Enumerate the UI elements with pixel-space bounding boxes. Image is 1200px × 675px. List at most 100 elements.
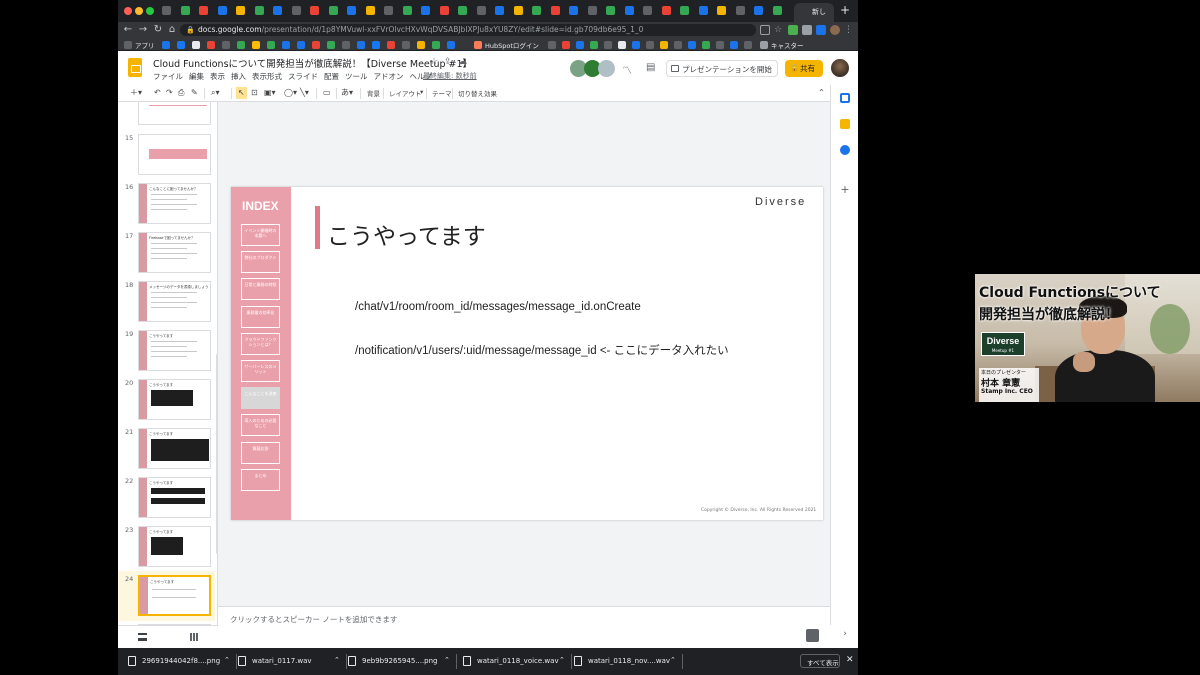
new-slide-icon[interactable]: ＋▾: [130, 87, 142, 99]
bookmark-favicon-icon[interactable]: [417, 41, 425, 49]
bookmark-favicon-icon[interactable]: [548, 41, 556, 49]
bookmark-favicon-icon[interactable]: [674, 41, 682, 49]
bookmark-caster[interactable]: キャスター: [771, 40, 804, 50]
body-line-1[interactable]: /chat/v1/room/room_id/messages/message_i…: [355, 301, 641, 313]
paint-format-icon[interactable]: ✎: [191, 87, 198, 99]
filmstrip-view-icon[interactable]: [138, 633, 147, 641]
tab-favicon-icon[interactable]: [162, 6, 171, 15]
bookmark-favicon-icon[interactable]: [716, 41, 724, 49]
bookmark-favicon-icon[interactable]: [312, 41, 320, 49]
input-tools-icon[interactable]: あ▾: [341, 87, 353, 99]
collaborator-avatar[interactable]: [598, 60, 615, 77]
close-downloads-icon[interactable]: ✕: [846, 655, 854, 665]
reload-icon[interactable]: ↻: [151, 23, 165, 37]
current-slide[interactable]: INDEX イベント開催時の本題へ 弊社のプロダクト 日常と業務の時短 業務量の効率化…: [231, 187, 823, 520]
keep-icon[interactable]: [840, 119, 850, 129]
background-button[interactable]: 背景: [367, 88, 380, 98]
bookmark-favicon-icon[interactable]: [432, 41, 440, 49]
extension-icon[interactable]: [816, 25, 826, 35]
tab-favicon-icon[interactable]: [180, 6, 190, 15]
last-edit-link[interactable]: 最終編集: 数秒前: [423, 71, 477, 81]
bookmark-favicon-icon[interactable]: [252, 41, 260, 49]
document-title[interactable]: Cloud Functionsについて開発担当が徹底解説！【Diverse Me…: [153, 56, 472, 70]
active-tab[interactable]: 新し: [794, 3, 834, 22]
forward-icon[interactable]: →: [136, 23, 150, 37]
slide-thumbnail[interactable]: こうやってます: [138, 330, 211, 371]
bookmark-favicon-icon[interactable]: [576, 41, 584, 49]
slide-thumbnail[interactable]: こうやってます: [138, 526, 211, 567]
slide-thumbnail[interactable]: メッセージのデータを書換しましょう: [138, 281, 211, 322]
menu-tools[interactable]: ツール: [345, 72, 368, 81]
undo-icon[interactable]: ↶: [154, 87, 161, 99]
chevron-up-icon[interactable]: ⌃: [670, 656, 676, 664]
speaker-notes-placeholder[interactable]: クリックするとスピーカー ノートを追加できます: [230, 614, 397, 625]
bookmark-favicon-icon[interactable]: [402, 41, 410, 49]
tab-favicon-icon[interactable]: [550, 6, 560, 15]
print-icon[interactable]: ⎙: [178, 87, 184, 99]
theme-button[interactable]: テーマ: [432, 88, 452, 98]
slide-heading[interactable]: こうやってます: [327, 217, 486, 251]
tab-favicon-icon[interactable]: [661, 6, 671, 15]
tab-favicon-icon[interactable]: [236, 6, 245, 15]
close-window-icon[interactable]: [124, 7, 132, 15]
tab-favicon-icon[interactable]: [273, 6, 282, 15]
bookmark-favicon-icon[interactable]: [632, 41, 640, 49]
bookmark-favicon-icon[interactable]: [744, 41, 752, 49]
tab-favicon-icon[interactable]: [199, 6, 208, 15]
bookmark-favicon-icon[interactable]: [660, 41, 668, 49]
bookmark-favicon-icon[interactable]: [237, 41, 245, 49]
body-line-2[interactable]: /notification/v1/users/:uid/message/mess…: [355, 342, 729, 358]
transition-button[interactable]: 切り替え効果: [458, 88, 497, 98]
move-folder-icon[interactable]: ⇪: [444, 57, 452, 67]
slides-logo-icon[interactable]: [128, 58, 142, 77]
bookmark-favicon-icon[interactable]: [604, 41, 612, 49]
bookmark-favicon-icon[interactable]: [297, 41, 305, 49]
menu-slide[interactable]: スライド: [288, 72, 318, 81]
tab-favicon-icon[interactable]: [772, 6, 782, 15]
download-item[interactable]: 9eb9b9265945....png ⌃: [348, 648, 452, 675]
tab-favicon-icon[interactable]: [587, 6, 597, 15]
menu-file[interactable]: ファイル: [153, 72, 183, 81]
tab-favicon-icon[interactable]: [513, 6, 523, 15]
bookmark-favicon-icon[interactable]: [730, 41, 738, 49]
chevron-up-icon[interactable]: ⌃: [334, 656, 340, 664]
bookmark-favicon-icon[interactable]: [646, 41, 654, 49]
star-icon[interactable]: ☆: [430, 57, 438, 67]
tab-favicon-icon[interactable]: [384, 6, 393, 15]
address-bar[interactable]: 🔒 docs.google.com/presentation/d/1p8YMVu…: [180, 24, 756, 36]
slide-thumbnail[interactable]: Firebaseで困ってませんか？: [138, 232, 211, 273]
slide-thumbnail-prev[interactable]: [138, 102, 211, 125]
bookmark-favicon-icon[interactable]: [177, 41, 185, 49]
menu-kebab-icon[interactable]: ⋮: [844, 25, 854, 35]
tab-favicon-icon[interactable]: [643, 6, 652, 15]
image-icon[interactable]: ▣▾: [264, 87, 276, 99]
slide-thumbnail[interactable]: [138, 134, 211, 175]
collapse-toolbar-icon[interactable]: ⌃: [818, 87, 825, 99]
apps-icon[interactable]: [124, 41, 132, 49]
tab-favicon-icon[interactable]: [439, 6, 449, 15]
chevron-up-icon[interactable]: ⌃: [559, 656, 565, 664]
menu-view[interactable]: 表示: [210, 72, 225, 81]
chevron-up-icon[interactable]: ⌃: [224, 656, 230, 664]
bookmark-favicon-icon[interactable]: [222, 41, 230, 49]
tab-favicon-icon[interactable]: [347, 6, 356, 15]
text-box-icon[interactable]: ⊡: [251, 87, 258, 99]
minimize-window-icon[interactable]: [135, 7, 143, 15]
menu-arrange[interactable]: 配置: [324, 72, 339, 81]
tab-favicon-icon[interactable]: [735, 6, 745, 15]
tab-favicon-icon[interactable]: [365, 6, 375, 15]
layout-button[interactable]: レイアウト: [389, 88, 422, 98]
new-tab-button[interactable]: +: [838, 3, 852, 17]
slide-thumbnail[interactable]: こうやってます: [138, 428, 211, 469]
bookmark-favicon-icon[interactable]: [192, 41, 200, 49]
account-avatar[interactable]: [831, 59, 849, 77]
bookmark-star-icon[interactable]: ☆: [774, 25, 784, 35]
redo-icon[interactable]: ↷: [166, 87, 173, 99]
chevron-up-icon[interactable]: ⌃: [444, 656, 450, 664]
bookmark-favicon-icon[interactable]: [618, 41, 626, 49]
tab-favicon-icon[interactable]: [698, 6, 708, 15]
share-button[interactable]: 🔒 共有: [785, 60, 823, 77]
line-icon[interactable]: ╲▾: [300, 87, 309, 99]
bookmark-favicon-icon[interactable]: [267, 41, 275, 49]
bookmark-apps[interactable]: アプリ: [135, 40, 155, 50]
